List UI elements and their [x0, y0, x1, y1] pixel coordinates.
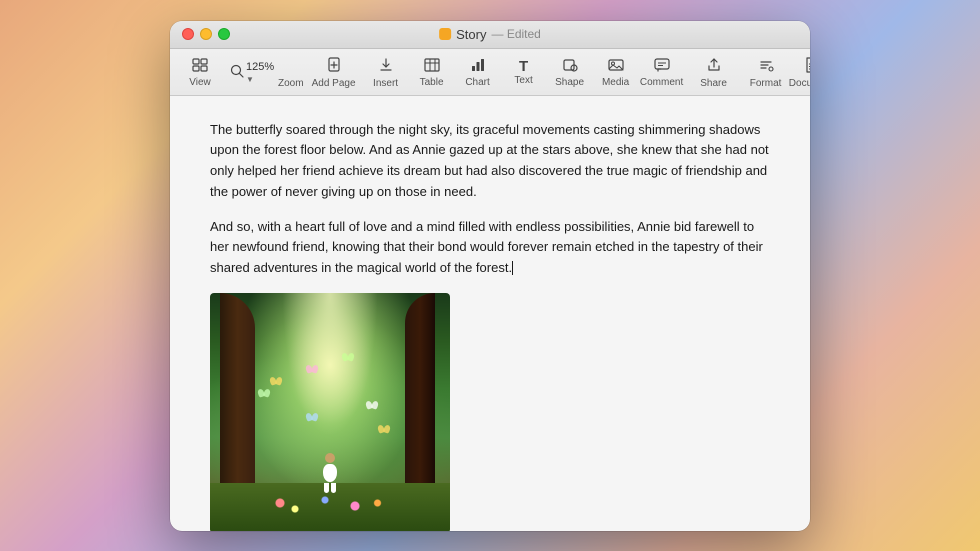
media-icon	[608, 58, 624, 76]
table-button[interactable]: Table	[410, 56, 454, 90]
view-button[interactable]: View	[178, 56, 222, 90]
document-label: Document	[789, 78, 810, 89]
paragraph-1: The butterfly soared through the night s…	[210, 120, 770, 203]
comment-icon	[654, 58, 670, 76]
chart-icon	[470, 58, 486, 76]
document-icon	[805, 57, 810, 77]
figure-head	[325, 453, 335, 463]
add-page-icon	[326, 57, 342, 77]
paragraph-2-text: And so, with a heart full of love and a …	[210, 219, 763, 276]
document-button[interactable]: Document	[790, 55, 810, 91]
close-button[interactable]	[182, 28, 194, 40]
paragraph-2: And so, with a heart full of love and a …	[210, 217, 770, 279]
butterfly-5	[306, 365, 318, 373]
butterfly-1	[270, 377, 282, 385]
comment-label: Comment	[640, 77, 683, 88]
insert-label: Insert	[373, 78, 398, 89]
chart-label: Chart	[465, 77, 489, 88]
shape-icon	[562, 58, 578, 76]
titlebar: Story — Edited	[170, 21, 810, 49]
zoom-label: Zoom	[278, 78, 304, 89]
butterfly-6	[378, 425, 390, 433]
title-icon	[439, 28, 451, 40]
share-icon	[706, 57, 722, 77]
toolbar-row: View 125% ▼ Zoom	[170, 53, 810, 95]
text-label: Text	[514, 75, 532, 86]
chart-button[interactable]: Chart	[456, 56, 500, 90]
figure-body	[323, 464, 337, 482]
window-title: Story — Edited	[439, 27, 541, 42]
text-cursor	[512, 261, 513, 275]
text-icon: T	[519, 59, 528, 74]
maximize-button[interactable]	[218, 28, 230, 40]
comment-button[interactable]: Comment	[640, 56, 684, 90]
light-beam	[282, 293, 378, 437]
media-label: Media	[602, 77, 629, 88]
document-title: Story	[456, 27, 486, 42]
insert-icon	[378, 57, 394, 77]
shape-label: Shape	[555, 77, 584, 88]
butterfly-7	[258, 389, 270, 397]
view-label: View	[189, 77, 211, 88]
app-window: Story — Edited View	[170, 21, 810, 531]
insert-button[interactable]: Insert	[364, 55, 408, 91]
page-content[interactable]: The butterfly soared through the night s…	[170, 96, 810, 531]
share-button[interactable]: Share	[692, 55, 736, 91]
zoom-control[interactable]: 125% ▼	[224, 59, 284, 85]
toolbar: View 125% ▼ Zoom	[170, 49, 810, 96]
butterfly-2	[342, 353, 354, 361]
minimize-button[interactable]	[200, 28, 212, 40]
traffic-lights	[182, 28, 230, 40]
add-page-button[interactable]: Add Page	[312, 55, 356, 91]
zoom-arrow: ▼	[246, 75, 254, 84]
format-button[interactable]: Format	[744, 55, 788, 91]
document-status: — Edited	[491, 27, 540, 41]
media-button[interactable]: Media	[594, 56, 638, 90]
table-label: Table	[420, 77, 444, 88]
text-button[interactable]: T Text	[502, 57, 546, 88]
view-icon	[192, 58, 208, 76]
figure-legs	[321, 483, 339, 493]
format-icon	[758, 57, 774, 77]
format-label: Format	[750, 78, 782, 89]
document-area[interactable]: The butterfly soared through the night s…	[170, 96, 810, 531]
share-label: Share	[700, 78, 727, 89]
butterfly-3	[366, 401, 378, 409]
shape-button[interactable]: Shape	[548, 56, 592, 90]
table-icon	[424, 58, 440, 76]
butterfly-4	[306, 413, 318, 421]
add-page-label: Add Page	[312, 78, 356, 89]
figure-leg-right	[331, 483, 336, 493]
zoom-icon	[230, 64, 244, 81]
image-canvas	[210, 293, 450, 530]
figure-leg-left	[324, 483, 329, 493]
zoom-value: 125%	[246, 61, 274, 74]
story-image	[210, 293, 450, 530]
figure	[321, 453, 339, 488]
